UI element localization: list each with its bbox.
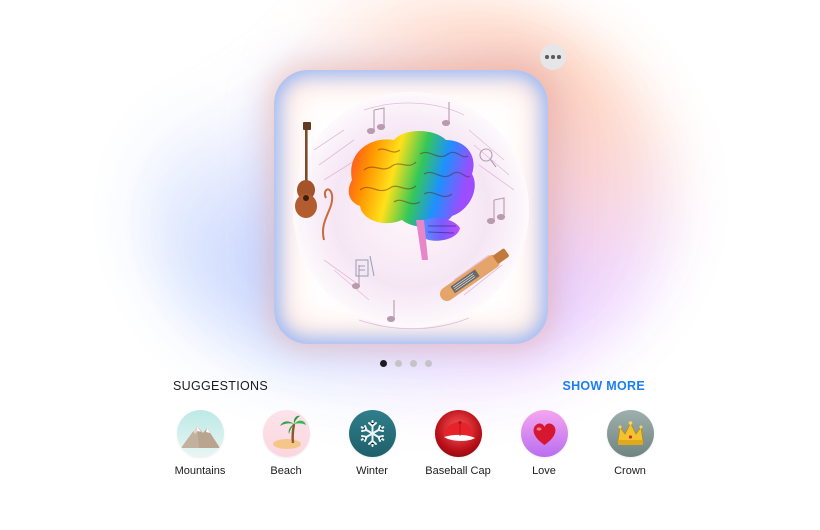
suggestion-label: Love <box>532 465 556 477</box>
suggestion-baseball-cap[interactable]: Baseball Cap <box>418 410 498 477</box>
suggestion-beach[interactable]: Beach <box>246 410 326 477</box>
page-dot-3[interactable] <box>410 360 417 367</box>
heart-icon <box>520 410 568 457</box>
more-options-button[interactable] <box>540 44 566 70</box>
suggestion-list: Mountains Beach Winter Baseball Cap Love… <box>160 410 670 477</box>
mountain-icon <box>176 410 224 457</box>
suggestion-crown[interactable]: Crown <box>590 410 670 477</box>
brain-music-image <box>293 92 529 330</box>
generated-image-card[interactable] <box>274 70 548 344</box>
suggestion-label: Mountains <box>174 465 226 477</box>
suggestion-label: Baseball Cap <box>425 465 491 477</box>
page-dot-2[interactable] <box>395 360 402 367</box>
page-dot-1[interactable] <box>380 360 387 367</box>
suggestion-mountains[interactable]: Mountains <box>160 410 240 477</box>
baseball-cap-icon <box>434 410 482 457</box>
show-more-button[interactable]: SHOW MORE <box>562 379 645 393</box>
snowflake-icon <box>348 410 396 457</box>
suggestion-label: Winter <box>356 465 388 477</box>
suggestion-label: Beach <box>270 465 302 477</box>
suggestion-label: Crown <box>614 465 646 477</box>
crown-icon <box>606 410 654 457</box>
page-dot-4[interactable] <box>425 360 432 367</box>
suggestion-love[interactable]: Love <box>504 410 584 477</box>
suggestion-winter[interactable]: Winter <box>332 410 412 477</box>
suggestions-heading: SUGGESTIONS <box>173 379 268 393</box>
page-indicator[interactable] <box>380 360 432 367</box>
ellipsis-icon <box>545 55 549 59</box>
palm-tree-icon <box>262 410 310 457</box>
